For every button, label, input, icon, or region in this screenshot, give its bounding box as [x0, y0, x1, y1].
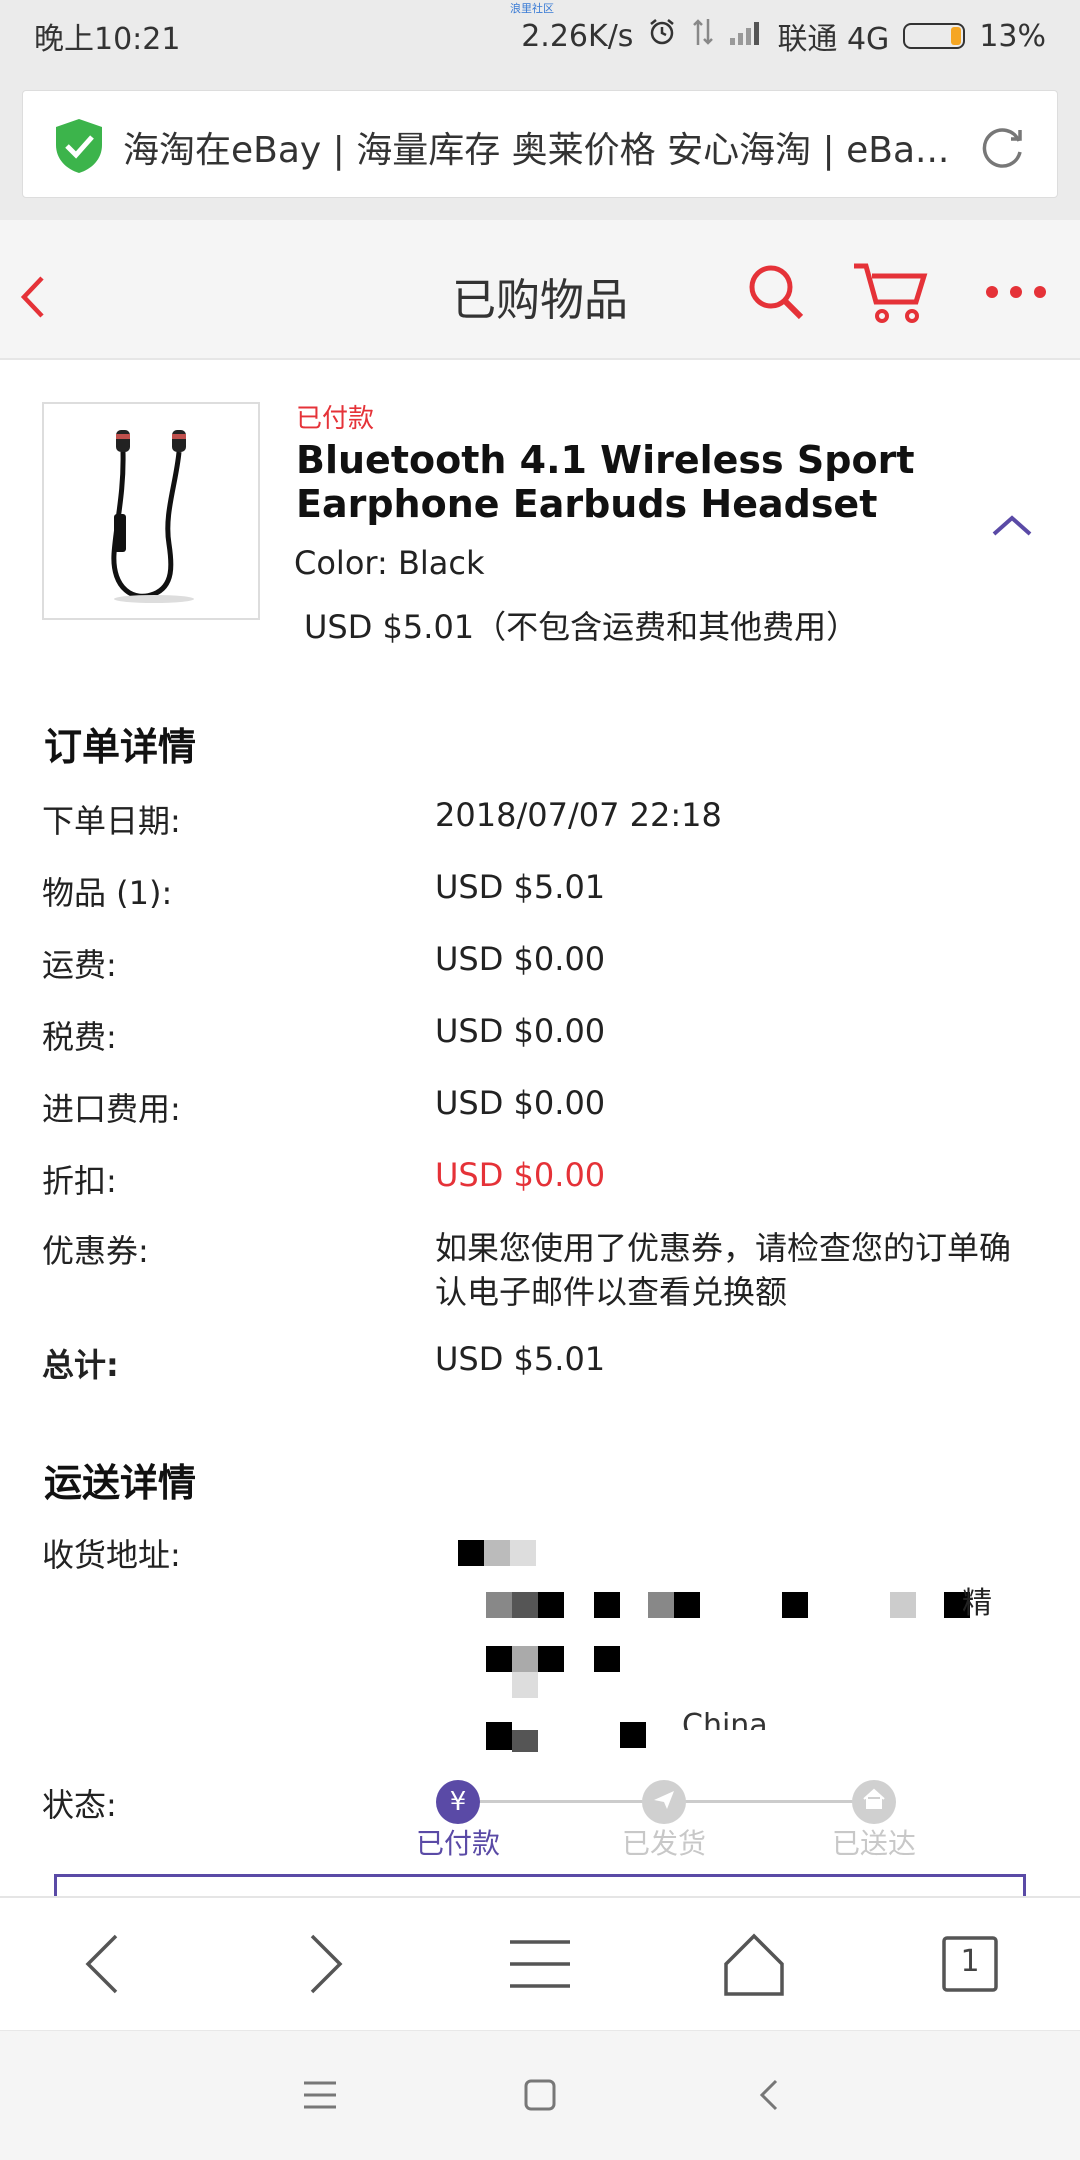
browser-bottom-nav: 1	[0, 1896, 1080, 2028]
address-country-fragment: China	[682, 1708, 768, 1730]
order-row-label: 税费:	[42, 1018, 117, 1056]
order-row-value: 2018/07/07 22:18	[435, 796, 722, 834]
purchased-item[interactable]: 已付款 Bluetooth 4.1 Wireless Sport Earphon…	[0, 362, 1080, 662]
address-fragment: 精	[962, 1586, 992, 1621]
browser-home-icon[interactable]	[718, 1928, 790, 2000]
status-label: 状态:	[42, 1786, 117, 1824]
step-label-delivered: 已送达	[831, 1827, 916, 1860]
house-icon	[861, 1786, 887, 1819]
paid-step-dot: ¥	[436, 1780, 480, 1824]
more-options-icon[interactable]	[984, 272, 1048, 312]
page-title-in-address-bar: 海淘在eBay | 海量库存 奥莱价格 安心海淘 | eBa...	[123, 130, 950, 171]
item-price: USD $5.01（不包含运费和其他费用）	[304, 608, 859, 646]
shipped-step-dot	[642, 1780, 686, 1824]
system-back-icon[interactable]	[750, 2075, 790, 2115]
item-title[interactable]: Bluetooth 4.1 Wireless Sport Earphone Ea…	[296, 438, 916, 526]
order-row-value: USD $5.01	[435, 868, 606, 906]
order-row-label: 折扣:	[42, 1162, 117, 1200]
browser-forward-icon[interactable]	[286, 1928, 358, 2000]
item-color: Color: Black	[294, 544, 485, 582]
browser-toolbar: 海淘在eBay | 海量库存 奥莱价格 安心海淘 | eBa...	[0, 72, 1080, 220]
battery-percent: 13%	[979, 18, 1046, 54]
order-row-label: 总计:	[42, 1346, 119, 1384]
search-icon[interactable]	[744, 260, 808, 324]
order-row-label: 下单日期:	[42, 802, 181, 840]
item-status-tag: 已付款	[296, 404, 375, 434]
order-row-label: 进口费用:	[42, 1090, 181, 1128]
address-bar[interactable]: 海淘在eBay | 海量库存 奥莱价格 安心海淘 | eBa...	[22, 90, 1058, 198]
status-bar: 浪里社区 晚上10:21 2.26K/s 联通 4G 13%	[0, 0, 1080, 72]
order-row-label: 物品 (1):	[42, 874, 173, 912]
yen-icon: ¥	[449, 1787, 467, 1817]
browser-back-icon[interactable]	[70, 1928, 142, 2000]
signal-icon	[729, 18, 763, 54]
cart-icon[interactable]	[852, 260, 932, 326]
tab-count: 1	[960, 1944, 980, 1979]
browser-tabs-button[interactable]: 1	[934, 1928, 1006, 2000]
order-row-value: USD $0.00	[435, 940, 606, 978]
order-row-value: USD $0.00	[435, 1084, 606, 1122]
item-thumbnail[interactable]	[42, 402, 260, 620]
network-speed: 2.26K/s	[521, 18, 634, 54]
order-row-value: USD $0.00	[435, 1156, 606, 1194]
app-header: 已购物品	[0, 220, 1080, 360]
battery-icon	[903, 23, 966, 49]
order-row-label: 优惠券:	[42, 1232, 149, 1270]
data-transfer-icon	[691, 17, 715, 55]
order-row-value: USD $0.00	[435, 1012, 606, 1050]
browser-menu-icon[interactable]	[504, 1928, 576, 2000]
order-details-heading: 订单详情	[44, 725, 197, 769]
recent-apps-icon[interactable]	[300, 2075, 340, 2115]
order-row-value: 如果您使用了优惠券，请检查您的订单确认电子邮件以查看兑换额	[435, 1229, 1012, 1311]
alarm-icon	[647, 17, 677, 55]
shipping-details-heading: 运送详情	[44, 1461, 197, 1505]
security-shield-icon	[51, 117, 107, 175]
step-label-paid: 已付款	[415, 1827, 500, 1860]
system-nav-bar	[0, 2030, 1080, 2160]
order-row-value: USD $5.01	[435, 1340, 606, 1378]
status-time: 晚上10:21	[34, 22, 181, 57]
address-label: 收货地址:	[42, 1536, 181, 1574]
carrier-label: 联通 4G	[777, 22, 890, 57]
step-label-shipped: 已发货	[621, 1827, 706, 1860]
delivered-step-dot	[852, 1780, 896, 1824]
chevron-up-icon[interactable]	[990, 510, 1034, 540]
reload-icon[interactable]	[975, 119, 1029, 173]
airplane-icon	[651, 1786, 677, 1819]
system-home-icon[interactable]	[520, 2075, 560, 2115]
status-indicators: 2.26K/s 联通 4G 13%	[521, 14, 1046, 58]
order-row-label: 运费:	[42, 946, 117, 984]
